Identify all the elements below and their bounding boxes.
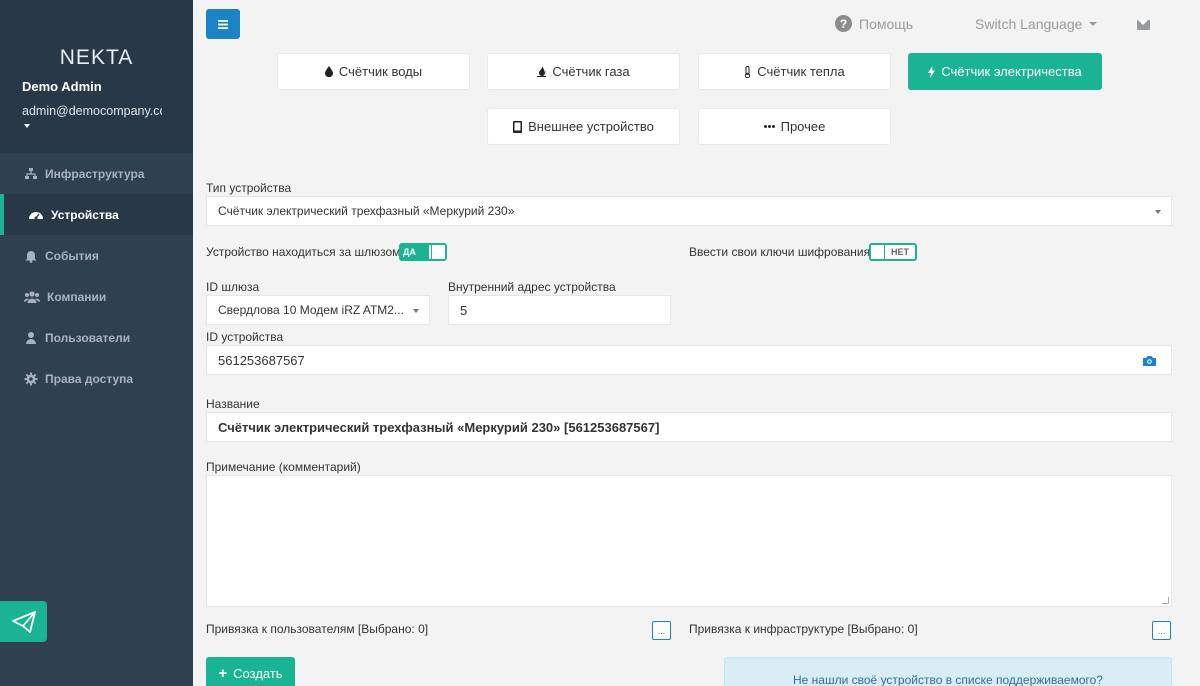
create-label: Создать — [233, 665, 283, 681]
gas-meter-button[interactable]: Счётчик газа — [487, 53, 680, 90]
profile-area: NEKTA Demo Admin admin@democompany.com — [0, 0, 193, 153]
infra-binding-label: Привязка к инфраструктуре [Выбрано: 0] — [689, 622, 918, 636]
internal-address-label: Внутренний адрес устройства — [448, 280, 616, 294]
bell-icon — [25, 250, 37, 263]
external-device-label: Внешнее устройство — [528, 119, 654, 134]
behind-gateway-label: Устройство находиться за шлюзом — [206, 245, 401, 259]
users-binding-label: Привязка к пользователям [Выбрано: 0] — [206, 622, 429, 636]
sidebar-item-label: Права доступа — [45, 371, 134, 386]
own-keys-label: Ввести свои ключи шифрования — [689, 245, 871, 259]
toggle-knob — [871, 245, 885, 259]
device-id-input[interactable]: 561253687567 — [206, 345, 1172, 375]
users-icon — [24, 290, 40, 303]
cog-icon — [24, 372, 38, 385]
internal-address-input[interactable]: 5 — [448, 295, 671, 325]
dashboard-icon — [29, 211, 43, 219]
comment-label: Примечание (комментарий) — [206, 460, 361, 474]
not-found-text[interactable]: Не нашли своё устройство в списке поддер… — [793, 673, 1103, 686]
caret-down-icon — [1089, 22, 1098, 26]
help-label: Помощь — [859, 15, 914, 32]
name-label: Название — [206, 397, 260, 411]
heat-meter-label: Счётчик тепла — [757, 64, 845, 79]
top-navbar: ? Помощь Switch Language — [193, 0, 1200, 50]
name-input[interactable]: Счётчик электрический трехфазный «Меркур… — [206, 412, 1172, 442]
gateway-id-value: Свердлова 10 Модем iRZ ATM2... — [218, 303, 404, 317]
ellipsis-icon — [763, 125, 775, 128]
sidebar-item-label: Устройства — [51, 207, 119, 222]
caret-down-icon[interactable] — [24, 124, 30, 128]
users-binding-button[interactable]: ... — [652, 621, 671, 640]
electricity-meter-button[interactable]: Счётчик электричества — [908, 53, 1102, 90]
sidebar-item-events[interactable]: События — [0, 235, 193, 276]
fire-icon — [537, 66, 547, 77]
brand-logo: NEKTA — [59, 46, 134, 69]
question-circle-icon: ? — [835, 15, 852, 32]
plus-icon: + — [218, 664, 228, 682]
sidebar-item-companies[interactable]: Компании — [0, 276, 193, 317]
toggle-on-label: ДА — [401, 245, 429, 259]
other-device-button[interactable]: Прочее — [698, 108, 891, 145]
help-link[interactable]: ? Помощь — [835, 15, 913, 32]
user-icon — [26, 331, 36, 344]
gateway-id-select[interactable]: Свердлова 10 Модем iRZ ATM2... — [206, 295, 430, 325]
water-meter-label: Счётчик воды — [338, 64, 423, 79]
device-id-label: ID устройства — [206, 330, 284, 344]
user-email[interactable]: admin@democompany.com — [22, 104, 162, 118]
bolt-icon — [928, 65, 936, 78]
comment-textarea[interactable] — [206, 475, 1172, 607]
resize-handle[interactable] — [1162, 597, 1169, 604]
sidebar-item-permissions[interactable]: Права доступа — [0, 358, 193, 399]
select-arrow-icon — [1155, 210, 1161, 214]
sidebar-item-label: Инфраструктура — [45, 166, 145, 181]
user-name: Demo Admin — [22, 79, 102, 94]
tint-icon — [324, 66, 333, 77]
device-type-value: Счётчик электрический трехфазный «Меркур… — [218, 204, 515, 218]
device-type-select[interactable]: Счётчик электрический трехфазный «Меркур… — [206, 196, 1172, 226]
water-meter-button[interactable]: Счётчик воды — [277, 53, 470, 90]
sidebar-item-infrastructure[interactable]: Инфраструктура — [0, 153, 193, 194]
envelope-icon[interactable] — [1137, 20, 1150, 30]
electricity-meter-label: Счётчик электричества — [941, 64, 1082, 79]
sidebar-item-users[interactable]: Пользователи — [0, 317, 193, 358]
other-device-label: Прочее — [780, 119, 826, 134]
infra-binding-button[interactable]: ... — [1152, 621, 1171, 640]
camera-icon[interactable] — [1143, 355, 1156, 366]
sidebar: NEKTA Demo Admin admin@democompany.com И… — [0, 0, 193, 686]
toggle-off-label: НЕТ — [891, 247, 909, 257]
select-arrow-icon — [413, 309, 419, 313]
device-type-label: Тип устройства — [206, 181, 292, 195]
behind-gateway-toggle[interactable]: ДА — [399, 243, 447, 261]
device-not-found-alert: Не нашли своё устройство в списке поддер… — [724, 657, 1172, 686]
heat-meter-button[interactable]: Счётчик тепла — [698, 53, 891, 90]
thermometer-icon — [745, 65, 751, 78]
create-button[interactable]: + Создать — [206, 657, 295, 686]
gateway-id-label: ID шлюза — [206, 280, 260, 294]
internal-address-value: 5 — [460, 302, 468, 318]
tablet-icon — [513, 120, 523, 133]
paper-plane-icon — [11, 610, 36, 633]
own-keys-toggle[interactable]: НЕТ — [869, 243, 917, 261]
sidebar-item-label: Пользователи — [45, 330, 131, 345]
menu-toggle-button[interactable] — [206, 9, 240, 39]
device-id-value: 561253687567 — [218, 352, 305, 368]
hamburger-icon — [218, 19, 228, 29]
sidebar-item-label: События — [45, 248, 99, 263]
gas-meter-label: Счётчик газа — [552, 64, 630, 79]
sitemap-icon — [25, 167, 37, 179]
language-label: Switch Language — [975, 16, 1083, 32]
external-device-button[interactable]: Внешнее устройство — [487, 108, 680, 145]
language-dropdown[interactable]: Switch Language — [975, 16, 1098, 32]
sidebar-item-devices[interactable]: Устройства — [0, 194, 193, 235]
name-value: Счётчик электрический трехфазный «Меркур… — [218, 419, 660, 435]
sidebar-item-label: Компании — [47, 289, 107, 304]
toggle-knob — [431, 245, 445, 259]
telegram-button[interactable] — [0, 601, 47, 642]
